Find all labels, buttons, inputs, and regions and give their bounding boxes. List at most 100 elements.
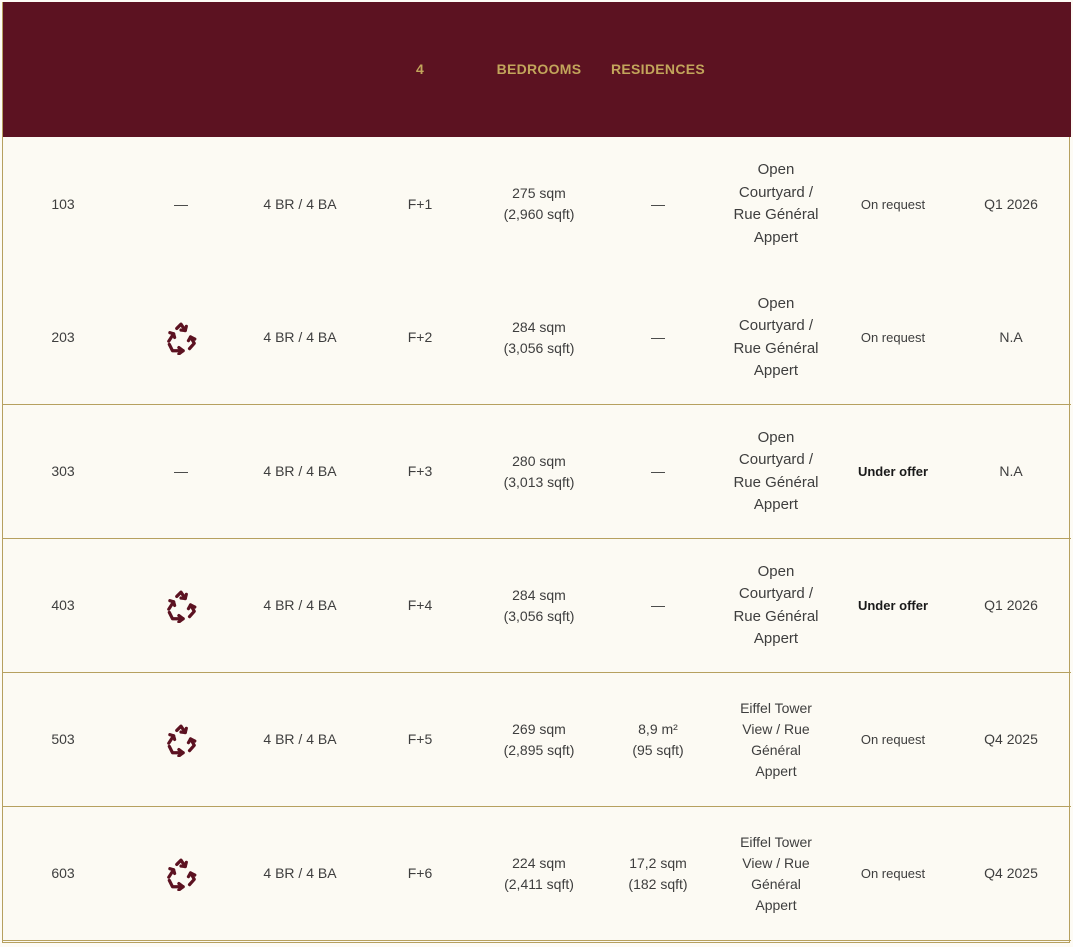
area-sqm: 269 sqm xyxy=(512,720,566,737)
view-description: Open Courtyard / Rue Général Appert xyxy=(717,137,835,271)
living-area: 269 sqm (2,895 sqft) xyxy=(479,673,599,806)
recycle-icon xyxy=(167,724,197,757)
area-sqft: (2,411 sqft) xyxy=(504,875,574,892)
area-sqft: (3,013 sqft) xyxy=(503,473,575,490)
area-sqft: (3,056 sqft) xyxy=(503,607,575,624)
delivery-date: N.A xyxy=(999,329,1023,345)
terrace-sqft: (95 sqft) xyxy=(632,741,684,758)
area-sqft: (2,895 sqft) xyxy=(503,741,575,758)
view-line: Open xyxy=(757,294,795,312)
bedrooms-baths: 4 BR / 4 BA xyxy=(263,329,337,345)
recycle-icon xyxy=(123,673,239,806)
view-line: Appert xyxy=(755,762,797,779)
terrace-value: 8,9 m² xyxy=(638,720,678,737)
floor-level: F+3 xyxy=(407,463,433,479)
bedrooms-baths: 4 BR / 4 BA xyxy=(263,865,337,881)
view-line: Rue Général xyxy=(733,607,819,625)
terrace-area: — xyxy=(599,271,717,404)
view-line: Courtyard / xyxy=(738,585,814,602)
bedrooms-baths: 4 BR / 4 BA xyxy=(263,597,337,613)
floor-level: F+2 xyxy=(407,329,433,345)
table-row-603[interactable]: 603 4 BR / 4 BA F+6 224 sqm (2,411 sqft)… xyxy=(3,807,1071,941)
recycle-icon xyxy=(167,858,197,891)
view-line: Appert xyxy=(753,630,799,647)
table-row-403[interactable]: 403 4 BR / 4 BA F+4 284 sqm (3,056 sqft)… xyxy=(3,539,1071,673)
unit-number: 303 xyxy=(51,463,75,479)
availability-status: On request xyxy=(860,732,926,747)
terrace-area: — xyxy=(599,137,717,271)
view-description: Open Courtyard / Rue Général Appert xyxy=(717,405,835,538)
view-line: Rue Général xyxy=(733,473,819,491)
unit-number: 203 xyxy=(51,329,75,345)
recycle-icon xyxy=(123,539,239,672)
delivery-date: Q1 2026 xyxy=(984,597,1038,613)
residences-table: 4 BEDROOMS RESIDENCES 103 — 4 BR / 4 BA … xyxy=(2,2,1071,943)
area-sqft: (3,056 sqft) xyxy=(503,339,575,356)
view-line: Appert xyxy=(753,228,799,246)
view-line: Courtyard / xyxy=(738,183,814,201)
floor-level: F+5 xyxy=(407,731,433,747)
header-floor: 4 xyxy=(415,61,425,77)
view-line: Courtyard / xyxy=(738,451,814,468)
area-sqft: (2,960 sqft) xyxy=(503,206,575,222)
view-line: Eiffel Tower xyxy=(740,699,812,716)
table-row-303[interactable]: 303 — 4 BR / 4 BA F+3 280 sqm (3,013 sqf… xyxy=(3,405,1071,539)
view-line: Eiffel Tower xyxy=(740,833,812,850)
delivery-date: Q4 2025 xyxy=(984,731,1038,747)
living-area: 284 sqm (3,056 sqft) xyxy=(479,271,599,404)
recycle-icon xyxy=(123,271,239,404)
view-line: Courtyard / xyxy=(738,317,814,334)
terrace-value: — xyxy=(651,195,665,212)
view-line: Open xyxy=(757,428,795,446)
view-description: Open Courtyard / Rue Général Appert xyxy=(717,271,835,404)
view-line: Rue Général xyxy=(733,339,819,357)
header-residences: RESIDENCES xyxy=(610,61,706,77)
view-line: View / Rue xyxy=(742,720,810,737)
terrace-area: — xyxy=(599,405,717,538)
terrace-value: — xyxy=(651,597,665,613)
renovation-cell: — xyxy=(174,463,188,479)
living-area: 275 sqm (2,960 sqft) xyxy=(479,137,599,271)
unit-number: 603 xyxy=(51,865,75,881)
terrace-value: — xyxy=(651,329,665,345)
view-line: Open xyxy=(757,161,795,178)
table-row-503[interactable]: 503 4 BR / 4 BA F+5 269 sqm (2,895 sqft)… xyxy=(3,673,1071,807)
terrace-area: 8,9 m² (95 sqft) xyxy=(599,673,717,806)
view-line: Appert xyxy=(755,896,797,913)
terrace-sqft: (182 sqft) xyxy=(628,875,688,892)
view-line: Open xyxy=(757,562,795,580)
header-bedrooms: BEDROOMS xyxy=(496,61,582,77)
terrace-area: 17,2 sqm (182 sqft) xyxy=(599,807,717,940)
terrace-area: — xyxy=(599,539,717,672)
table-body: 103 — 4 BR / 4 BA F+1 275 sqm (2,960 sqf… xyxy=(3,137,1071,941)
view-line: Appert xyxy=(753,496,799,513)
delivery-date: Q4 2025 xyxy=(984,865,1038,881)
living-area: 280 sqm (3,013 sqft) xyxy=(479,405,599,538)
availability-status: On request xyxy=(860,866,926,881)
floor-level: F+1 xyxy=(407,195,433,212)
area-sqm: 284 sqm xyxy=(512,586,566,603)
recycle-icon xyxy=(123,807,239,940)
terrace-value: 17,2 sqm xyxy=(629,854,687,871)
view-line: Général xyxy=(751,875,801,892)
availability-status: Under offer xyxy=(857,598,929,613)
recycle-icon xyxy=(167,590,197,623)
table-row-103[interactable]: 103 — 4 BR / 4 BA F+1 275 sqm (2,960 sqf… xyxy=(3,137,1071,271)
table-row-203[interactable]: 203 4 BR / 4 BA F+2 284 sqm (3,056 sqft)… xyxy=(3,271,1071,405)
view-line: View / Rue xyxy=(742,854,810,871)
area-sqm: 275 sqm xyxy=(512,185,566,201)
area-sqm: 284 sqm xyxy=(512,318,566,335)
bedrooms-baths: 4 BR / 4 BA xyxy=(263,463,337,479)
delivery-date: Q1 2026 xyxy=(984,195,1038,212)
area-sqm: 280 sqm xyxy=(512,452,566,469)
living-area: 284 sqm (3,056 sqft) xyxy=(479,539,599,672)
renovation-cell: — xyxy=(174,195,188,212)
unit-number: 503 xyxy=(51,731,75,747)
delivery-date: N.A xyxy=(999,463,1023,479)
floor-level: F+6 xyxy=(407,865,433,881)
view-line: Rue Général xyxy=(733,206,819,223)
table-header: 4 BEDROOMS RESIDENCES xyxy=(3,2,1071,137)
area-sqm: 224 sqm xyxy=(512,854,566,871)
availability-status: Under offer xyxy=(857,464,929,479)
availability-status: On request xyxy=(860,330,926,345)
